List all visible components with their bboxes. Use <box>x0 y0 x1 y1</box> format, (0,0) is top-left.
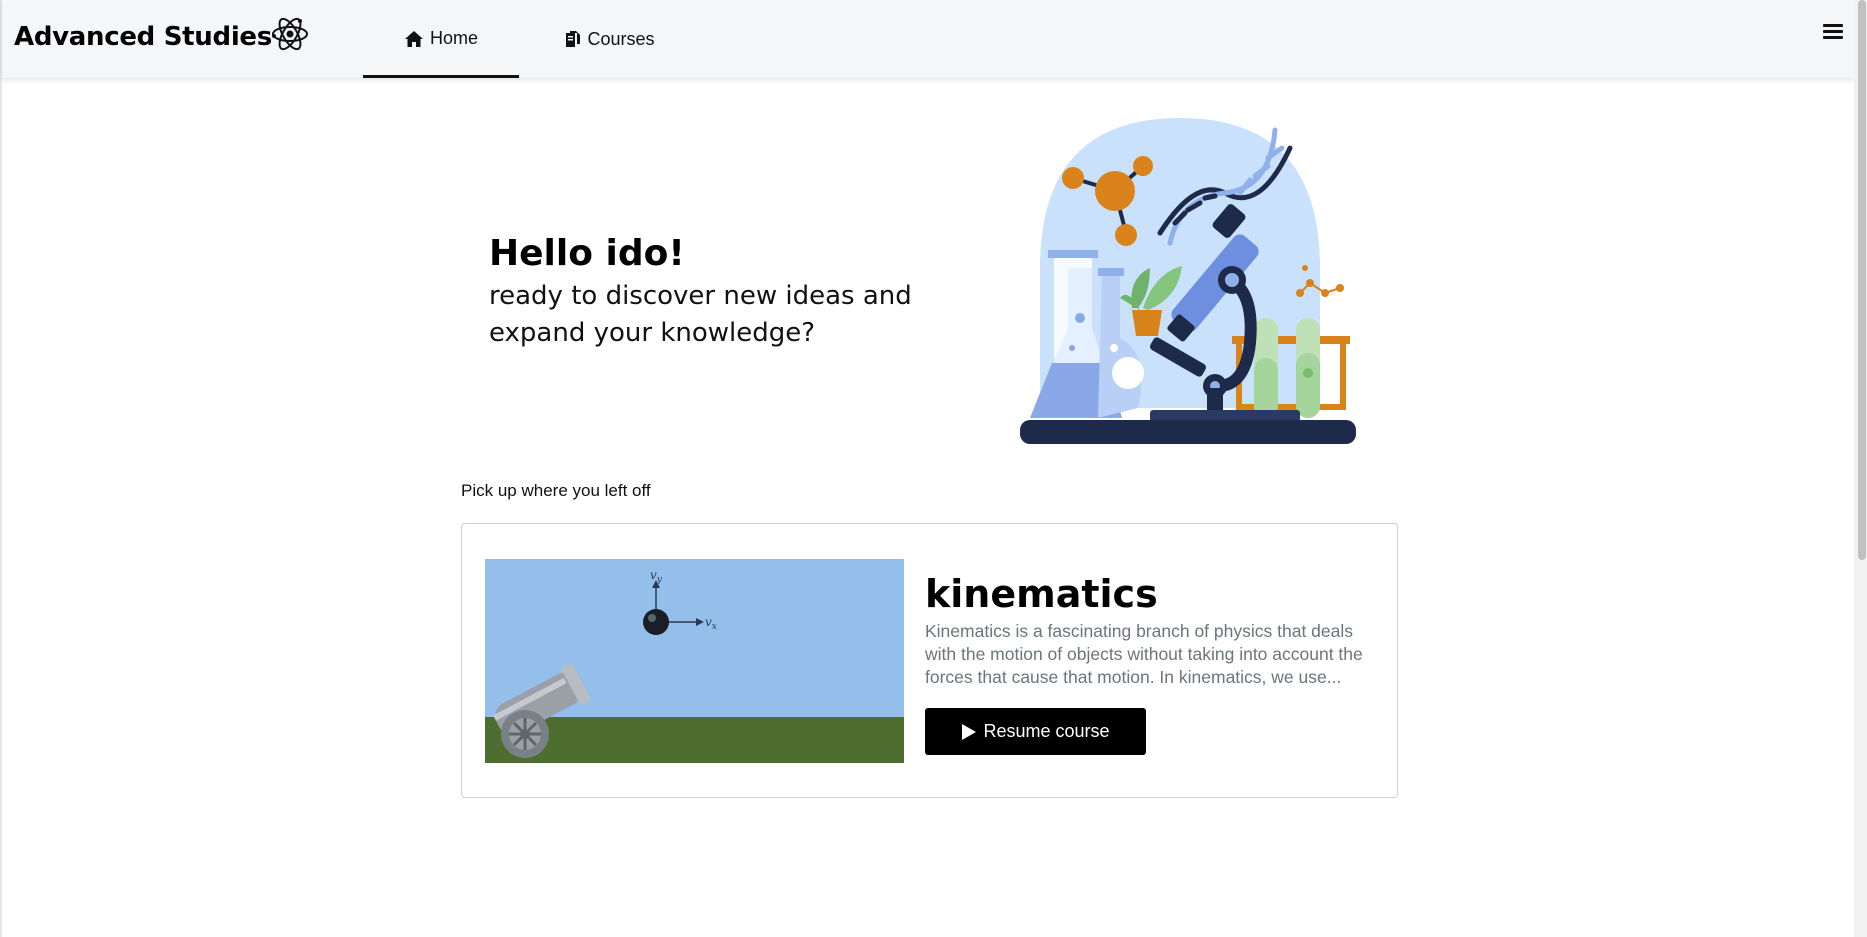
brand-name: Advanced Studies <box>14 22 272 52</box>
page-scrollbar[interactable] <box>1854 0 1867 937</box>
nav-home[interactable]: Home <box>363 0 519 78</box>
menu-icon[interactable] <box>1823 24 1843 44</box>
vx-subscript: x <box>712 622 717 632</box>
course-description: Kinematics is a fascinating branch of ph… <box>925 621 1363 687</box>
nav-home-label: Home <box>429 28 478 48</box>
page: Advanced Studies Home Courses Hello ido!… <box>0 0 1867 937</box>
play-icon <box>962 723 977 740</box>
science-lab-illustration <box>1010 118 1356 448</box>
resume-course-button[interactable]: Resume course <box>925 708 1146 755</box>
nav-courses[interactable]: Courses <box>550 0 670 78</box>
hero-subtitle: ready to discover new ideas and expand y… <box>489 281 912 348</box>
course-thumbnail: vy vx <box>485 559 904 763</box>
hero-greeting: Hello ido! <box>489 233 685 274</box>
scrollbar-thumb[interactable] <box>1858 0 1866 560</box>
home-icon <box>404 30 423 47</box>
navbar: Advanced Studies Home Courses <box>2 0 1854 78</box>
courses-icon <box>566 31 581 47</box>
resume-course-label: Resume course <box>983 721 1110 741</box>
vy-subscript: y <box>656 575 663 585</box>
atom-icon <box>270 14 310 58</box>
course-title[interactable]: kinematics <box>925 572 1158 616</box>
brand[interactable]: Advanced Studies <box>14 16 310 58</box>
course-card[interactable]: vy vx kinematics Kinematics is a fascina… <box>461 523 1398 798</box>
continue-heading: Pick up where you left off <box>461 481 651 500</box>
nav-courses-label: Courses <box>587 28 655 49</box>
